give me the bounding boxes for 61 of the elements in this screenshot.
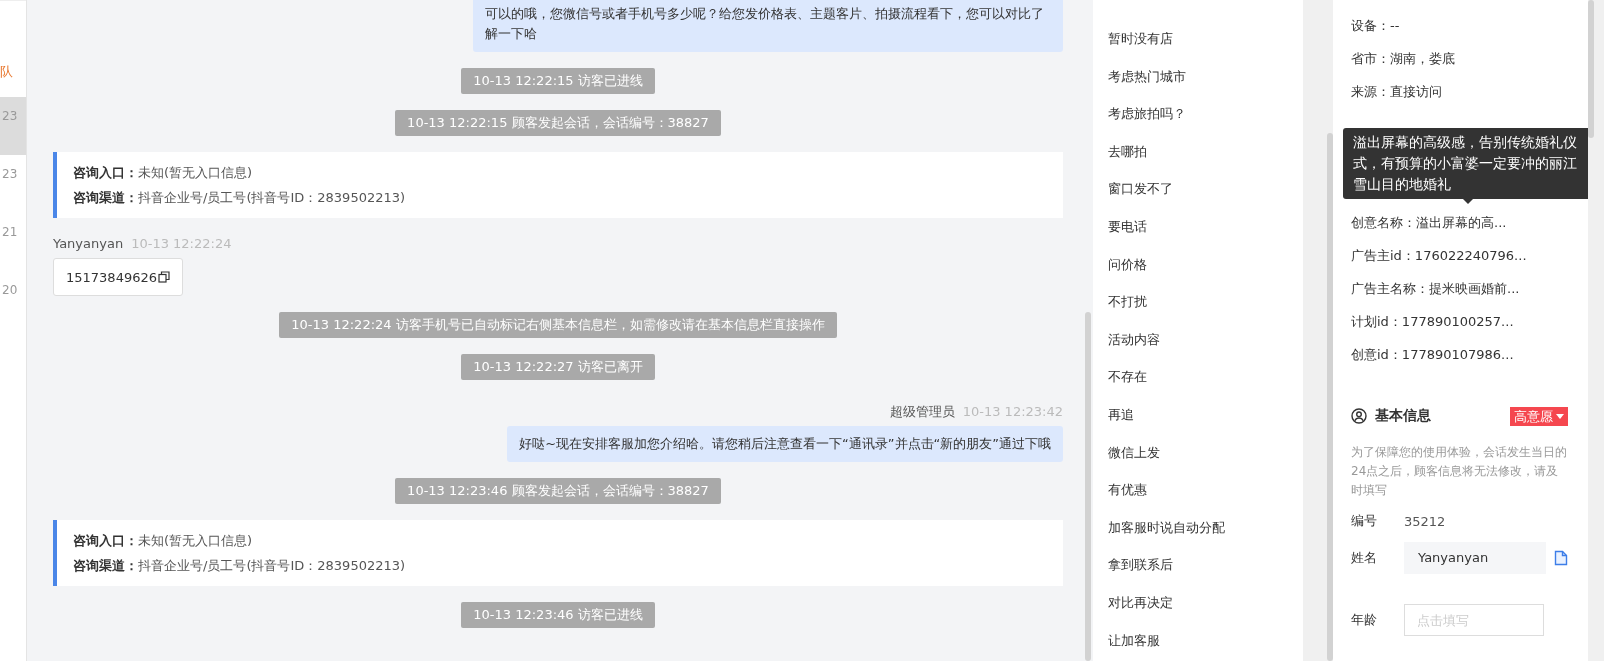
field-value: 抖音企业号/员工号(抖音号ID：2839502213) xyxy=(138,190,406,205)
message-bubble: 可以的哦，您微信号或者手机号多少呢？给您发价格表、主题客片、拍摄流程看下，您可以对比了解一下哈 xyxy=(473,0,1063,52)
field-value: 未知(暂无入口信息) xyxy=(138,533,253,548)
info-field: 创意id：177890107986... xyxy=(1351,347,1514,362)
info-field: 设备：-- xyxy=(1351,18,1400,33)
quick-reply-item[interactable]: 加客服时说自动分配 xyxy=(1108,508,1303,547)
scrollbar-thumb[interactable] xyxy=(1327,133,1333,661)
quick-reply-item[interactable]: 考虑旅拍吗？ xyxy=(1108,95,1303,133)
sender-name: 超级管理员 xyxy=(889,404,955,420)
system-notice: 10-13 12:22:15 访客已进线 xyxy=(461,68,655,94)
field-label: 姓名 xyxy=(1351,549,1378,567)
field-value: 未知(暂无入口信息) xyxy=(138,165,253,180)
quick-reply-item[interactable]: 有优惠 xyxy=(1108,471,1303,509)
quick-reply-item[interactable]: 对比再决定 xyxy=(1108,583,1303,622)
message-bubble: 好哒~现在安排客服加您介绍哈。请您稍后注意查看一下“通讯录”并点击“新的朋友”通过下哦 xyxy=(507,426,1063,462)
field-label: 咨询渠道： xyxy=(73,558,138,573)
caret-icon xyxy=(1556,413,1564,419)
info-field: 来源：直接访问 xyxy=(1351,84,1442,99)
system-notice: 10-13 12:23:46 顾客发起会话，会话编号：38827 xyxy=(395,478,721,504)
field-label: 编号 xyxy=(1351,512,1378,530)
name-field[interactable]: Yanyanyan xyxy=(1404,542,1546,574)
quick-reply-item[interactable]: 问价格 xyxy=(1108,245,1303,284)
field-value: 35212 xyxy=(1404,513,1446,529)
intent-dropdown[interactable]: 高意愿 xyxy=(1510,406,1568,426)
copy-icon[interactable] xyxy=(158,271,170,283)
info-field: 广告主id：176022240796... xyxy=(1351,248,1527,263)
quick-reply-item[interactable]: 暂时没有店 xyxy=(1108,20,1303,58)
field-label: 咨询入口： xyxy=(73,165,138,180)
user-icon xyxy=(1351,408,1367,424)
field-label: 年龄 xyxy=(1351,611,1378,629)
notice-text: 为了保障您的使用体验，会话发生当日的24点之后，顾客信息将无法修改，请及时填写 xyxy=(1351,444,1568,499)
field-value: 抖音企业号/员工号(抖音号ID：2839502213) xyxy=(138,558,406,573)
message-time: 10-13 12:23:42 xyxy=(962,404,1063,420)
quick-reply-item[interactable]: 活动内容 xyxy=(1108,320,1303,359)
quick-reply-item[interactable]: 再追 xyxy=(1108,395,1303,434)
system-notice: 10-13 12:23:46 访客已进线 xyxy=(461,602,655,628)
field-label: 咨询渠道： xyxy=(73,190,138,205)
phone-number: 15173849626 xyxy=(66,269,157,285)
info-field: 广告主名称：提米映画婚前... xyxy=(1351,281,1520,296)
tooltip-arrow-icon xyxy=(1463,199,1473,204)
field-label: 咨询入口： xyxy=(73,533,138,548)
quick-reply-item[interactable]: 微信上发 xyxy=(1108,433,1303,472)
info-field: 省市：湖南，娄底 xyxy=(1351,51,1455,66)
quick-reply-item[interactable]: 不存在 xyxy=(1108,358,1303,396)
quick-reply-item[interactable]: 去哪拍 xyxy=(1108,132,1303,171)
system-notice: 10-13 12:22:24 访客手机号已自动标记右侧基本信息栏，如需修改请在基本信息栏直接操作 xyxy=(279,312,837,338)
section-title: 基本信息 xyxy=(1375,407,1431,425)
system-notice: 10-13 12:22:15 顾客发起会话，会话编号：38827 xyxy=(395,110,721,136)
sender-name: Yanyanyan xyxy=(53,236,124,252)
quick-reply-item[interactable]: 拿到联系后 xyxy=(1108,546,1303,584)
system-notice: 10-13 12:22:27 访客已离开 xyxy=(461,354,655,380)
quick-reply-item[interactable]: 窗口发不了 xyxy=(1108,170,1303,208)
scrollbar-thumb[interactable] xyxy=(1588,0,1594,138)
scrollbar-thumb[interactable] xyxy=(1085,312,1091,661)
quick-reply-item[interactable]: 让加客服 xyxy=(1108,621,1303,660)
message-time: 10-13 12:22:24 xyxy=(131,236,232,252)
quick-reply-item[interactable]: 要电话 xyxy=(1108,207,1303,246)
info-field: 创意名称：溢出屏幕的高... xyxy=(1351,215,1507,230)
quick-reply-item[interactable]: 不打扰 xyxy=(1108,283,1303,321)
info-field: 计划id：177890100257... xyxy=(1351,314,1514,329)
quick-reply-item[interactable]: 考虑热门城市 xyxy=(1108,57,1303,96)
